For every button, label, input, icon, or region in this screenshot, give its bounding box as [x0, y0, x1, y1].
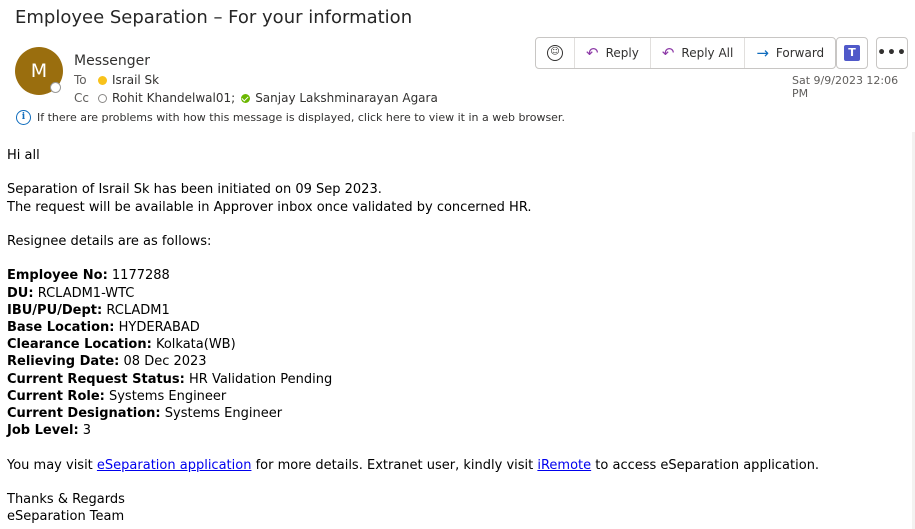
closing: Thanks & Regards	[7, 491, 125, 507]
detail-label: Current Designation:	[7, 406, 161, 421]
detail-label: Base Location:	[7, 319, 115, 335]
greeting: Hi all	[7, 148, 40, 163]
cc-recipient[interactable]: Sanjay Lakshminarayan Agara	[255, 91, 438, 105]
detail-row: Employee No: 1177288	[7, 267, 907, 284]
detail-label: Current Role:	[7, 388, 105, 404]
eseparation-link[interactable]: eSeparation application	[97, 458, 252, 473]
reply-all-button[interactable]: ↶ Reply All	[651, 38, 746, 68]
detail-label: Employee No:	[7, 268, 108, 284]
message-body: Hi all Separation of Israil Sk has been …	[7, 147, 907, 525]
available-status-icon	[241, 93, 251, 103]
away-status-icon	[98, 75, 107, 85]
ellipsis-icon: •••	[877, 45, 907, 61]
detail-value: 08 Dec 2023	[123, 354, 207, 370]
visit-prefix: You may visit	[7, 457, 97, 473]
more-actions-button[interactable]: •••	[876, 37, 908, 69]
visit-paragraph: You may visit eSeparation application fo…	[7, 457, 907, 474]
reply-icon: ↶	[586, 44, 599, 62]
detail-value: 1177288	[111, 268, 170, 284]
teams-button[interactable]: T	[836, 37, 868, 69]
cc-label: Cc	[74, 91, 89, 105]
detail-label: DU:	[7, 285, 34, 301]
to-label: To	[74, 73, 87, 87]
to-recipient[interactable]: Israil Sk	[112, 73, 159, 87]
reply-all-label: Reply All	[681, 46, 734, 60]
detail-row: Clearance Location: Kolkata(WB)	[7, 336, 907, 353]
detail-label: IBU/PU/Dept:	[7, 302, 103, 318]
detail-row: Current Request Status: HR Validation Pe…	[7, 371, 907, 388]
cc-line: Cc Rohit Khandelwal01; Sanjay Lakshminar…	[74, 91, 438, 105]
cc-recipient[interactable]: Rohit Khandelwal01;	[112, 91, 235, 105]
offline-status-icon	[98, 93, 107, 103]
smiley-icon: ☺	[547, 45, 563, 61]
email-subject: Employee Separation – For your informati…	[15, 7, 413, 28]
visit-middle: for more details. Extranet user, kindly …	[251, 457, 538, 473]
detail-row: Base Location: HYDERABAD	[7, 319, 907, 336]
body-paragraph: Separation of Israil Sk has been initiat…	[7, 182, 382, 198]
detail-label: Relieving Date:	[7, 354, 120, 370]
detail-value: Systems Engineer	[108, 388, 227, 404]
detail-label: Job Level:	[7, 423, 79, 439]
detail-row: IBU/PU/Dept: RCLADM1	[7, 302, 907, 319]
signature: eSeparation Team	[7, 509, 125, 525]
reply-button[interactable]: ↶ Reply	[575, 38, 651, 68]
emoji-reaction-button[interactable]: ☺	[536, 38, 575, 68]
received-date: Sat 9/9/2023 12:06 PM	[792, 74, 899, 100]
reply-label: Reply	[605, 46, 639, 60]
reply-all-icon: ↶	[661, 44, 675, 62]
body-paragraph: The request will be available in Approve…	[7, 199, 532, 215]
detail-value: HR Validation Pending	[189, 371, 333, 387]
info-bar-text[interactable]: If there are problems with how this mess…	[37, 111, 565, 124]
message-toolbar: ☺ ↶ Reply ↶ Reply All → Forward	[535, 37, 837, 69]
info-bar[interactable]: i If there are problems with how this me…	[16, 110, 565, 125]
to-line: To Israil Sk	[74, 73, 159, 87]
detail-value: RCLADM1-WTC	[37, 285, 135, 301]
detail-value: RCLADM1	[106, 302, 170, 318]
detail-row: Job Level: 3	[7, 422, 907, 439]
info-icon: i	[16, 110, 31, 125]
visit-suffix: to access eSeparation application.	[591, 457, 820, 473]
detail-row: DU: RCLADM1-WTC	[7, 285, 907, 302]
detail-row: Current Role: Systems Engineer	[7, 388, 907, 405]
detail-label: Current Request Status:	[7, 371, 185, 387]
detail-row: Current Designation: Systems Engineer	[7, 405, 907, 422]
presence-status-icon	[50, 82, 61, 93]
detail-row: Relieving Date: 08 Dec 2023	[7, 353, 907, 370]
iremote-link[interactable]: iRemote	[537, 458, 591, 473]
resignee-intro: Resignee details are as follows:	[7, 233, 212, 249]
forward-label: Forward	[775, 46, 825, 60]
teams-icon: T	[844, 45, 860, 61]
detail-label: Clearance Location:	[7, 337, 152, 353]
detail-value: Kolkata(WB)	[155, 337, 236, 353]
sender-name[interactable]: Messenger	[74, 53, 150, 69]
detail-value: 3	[82, 423, 92, 439]
forward-icon: →	[756, 44, 769, 62]
detail-value: Systems Engineer	[164, 406, 283, 421]
detail-value: HYDERABAD	[118, 319, 200, 335]
forward-button[interactable]: → Forward	[745, 38, 835, 68]
